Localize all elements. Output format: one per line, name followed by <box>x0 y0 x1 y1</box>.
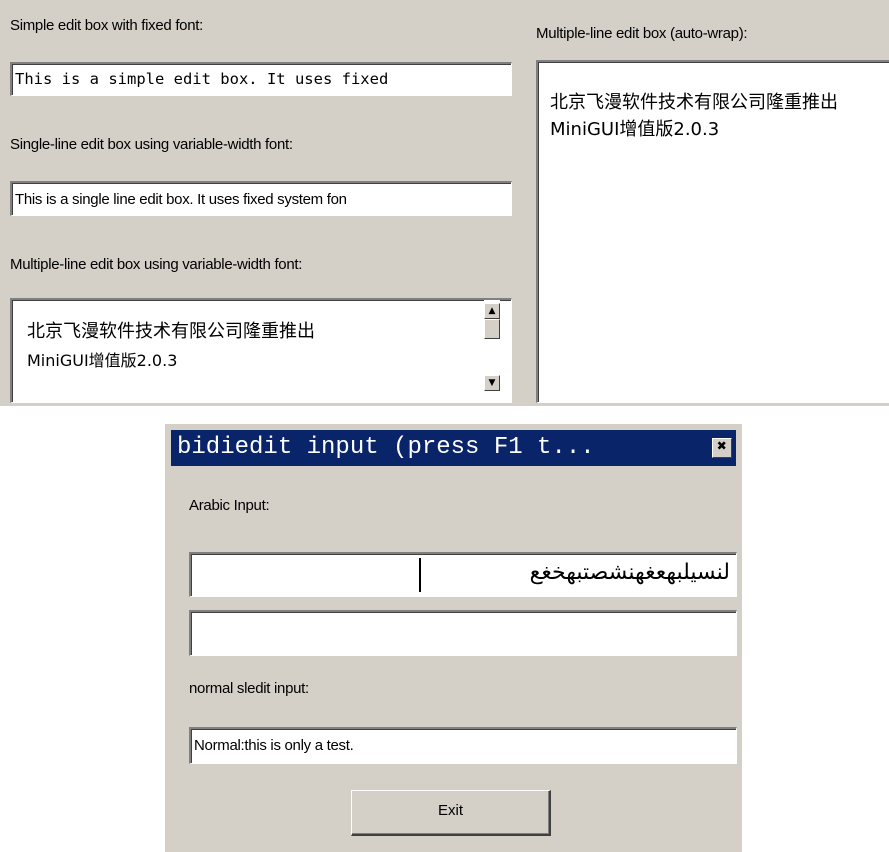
simple-edit-box[interactable]: This is a simple edit box. It uses fixed <box>10 62 512 96</box>
auto-wrap-edit-label: Multiple-line edit box (auto-wrap): <box>536 25 748 42</box>
normal-input-field[interactable]: Normal:this is only a test. <box>189 727 737 764</box>
dialog-title-bar[interactable]: bidiedit input (press F1 t... ✖ <box>171 430 736 466</box>
multi-line-edit-line2: MiniGUI增值版2.0.3 <box>27 351 178 370</box>
simple-edit-text: This is a simple edit box. It uses fixed <box>15 70 389 88</box>
bidi-second-field[interactable] <box>189 610 737 656</box>
multi-line-edit-box[interactable]: 北京飞漫软件技术有限公司隆重推出 MiniGUI增值版2.0.3 ▲ ▼ <box>10 298 512 403</box>
text-cursor <box>419 558 421 592</box>
normal-input-text: Normal:this is only a test. <box>194 737 354 754</box>
multi-line-edit-line1: 北京飞漫软件技术有限公司隆重推出 <box>27 321 315 342</box>
arabic-input-label: Arabic Input: <box>189 497 270 514</box>
auto-wrap-edit-box[interactable]: 北京飞漫软件技术有限公司隆重推出MiniGUI增值版2.0.3 <box>536 60 889 403</box>
single-line-edit-text: This is a single line edit box. It uses … <box>15 191 347 208</box>
exit-button[interactable]: Exit <box>351 790 551 836</box>
arrow-down-icon[interactable]: ▼ <box>484 375 500 391</box>
dialog-title: bidiedit input (press F1 t... <box>177 434 595 461</box>
vertical-scrollbar[interactable]: ▲ ▼ <box>484 300 500 402</box>
arabic-input-field[interactable]: لنسيلبهعغهنشصتبهخغع <box>189 552 737 597</box>
auto-wrap-edit-text: 北京飞漫软件技术有限公司隆重推出MiniGUI增值版2.0.3 <box>550 92 838 140</box>
multi-line-edit-label: Multiple-line edit box using variable-wi… <box>10 256 303 273</box>
single-line-edit-label: Single-line edit box using variable-widt… <box>10 136 293 153</box>
top-window: Simple edit box with fixed font: This is… <box>0 0 889 406</box>
close-icon[interactable]: ✖ <box>712 438 732 458</box>
simple-edit-label: Simple edit box with fixed font: <box>10 17 204 34</box>
arabic-input-text: لنسيلبهعغهنشصتبهخغع <box>529 560 730 585</box>
scrollbar-thumb[interactable] <box>484 319 500 339</box>
bidiedit-dialog: bidiedit input (press F1 t... ✖ Arabic I… <box>165 424 742 852</box>
single-line-edit-box[interactable]: This is a single line edit box. It uses … <box>10 181 512 216</box>
normal-input-label: normal sledit input: <box>189 680 309 697</box>
arrow-up-icon[interactable]: ▲ <box>484 303 500 319</box>
